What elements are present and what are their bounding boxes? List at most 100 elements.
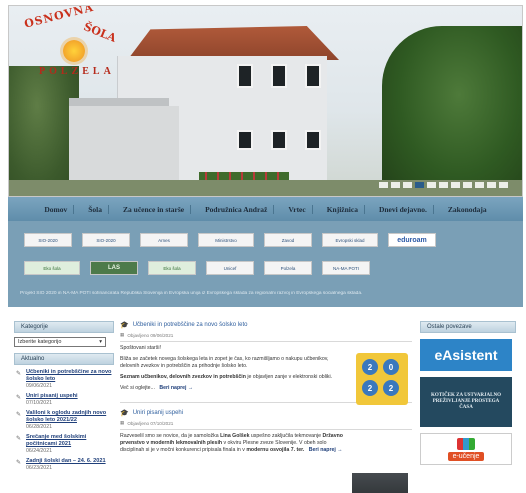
slider-pagination (379, 182, 508, 188)
partner-logo[interactable]: Polzela (264, 261, 312, 275)
partner-logo-eduroam[interactable]: eduroam (388, 233, 436, 247)
post-title-link[interactable]: Učbeniki in potrebščine za novo šolsko l… (133, 322, 248, 328)
header-banner: OSNOVNA ŠOLA POLZELA (8, 5, 523, 197)
kotiček-link[interactable]: KOTIČEK ZA USTVARJALNO PREŽIVLJANJE PROS… (420, 377, 512, 427)
nav-item-podruznica[interactable]: Podružnica Andraž (199, 204, 275, 214)
post-bold-text: Lina Golšek (220, 433, 250, 439)
category-select-value: Izberite kategorijo (18, 339, 62, 345)
slider-dot[interactable] (451, 182, 460, 188)
post-title-link[interactable]: Uniri pisanij uspehi (133, 410, 183, 416)
post-paragraph: Spoštovani starši! (120, 345, 161, 351)
list-item: ✎ Učbeniki in potrebščine za novo šolsko… (14, 369, 114, 389)
slider-dot[interactable] (415, 182, 424, 188)
slider-dot[interactable] (463, 182, 472, 188)
partner-logo[interactable]: Eko šola (24, 261, 80, 275)
news-date: 06/28/2021 (26, 424, 52, 430)
nav-item-knjiznica[interactable]: Knjižnica (321, 204, 365, 214)
post-paragraph: Razveselil smo se novice, da je samoložk… (120, 433, 344, 454)
funding-note: Projekt SIO 2020 in NA-MA POTI sofinanci… (20, 291, 363, 296)
divider (120, 341, 412, 342)
post-bold-text: Seznam učbenikov, delovnih zvezkov in po… (120, 374, 246, 380)
partner-logo[interactable]: Arnes (140, 233, 188, 247)
post-text: Več si oglejte... (120, 385, 155, 391)
logo-word-sola: ŠOLA (81, 20, 119, 45)
list-item: ✎ Uniri pisanij uspehi 07/10/2021 (14, 393, 114, 406)
category-select[interactable]: Izberite kategorijo ▾ (14, 337, 106, 347)
partner-logo[interactable]: Eko šola (148, 261, 196, 275)
post-body: Razveselil smo se novice, da je samoložk… (120, 433, 344, 454)
books-icon (457, 437, 475, 450)
partner-logo[interactable]: Unicef (206, 261, 254, 275)
news-date: 07/10/2021 (26, 400, 52, 406)
pin-icon: ✎ (16, 412, 22, 418)
graduation-cap-icon: 🎓 (120, 410, 129, 417)
banner-window (305, 64, 321, 88)
year-digit: 2 (383, 380, 399, 396)
banner-window (271, 64, 287, 88)
partner-logo[interactable]: Zavod (264, 233, 312, 247)
right-sidebar: Ostale povezave eAsistent KOTIČEK ZA UST… (420, 321, 516, 465)
nav-item-vrtec[interactable]: Vrtec (282, 204, 313, 214)
partner-logo-las[interactable]: LAS (90, 261, 138, 275)
banner-trees-right (382, 26, 522, 196)
post-title: 🎓 Uniri pisanij uspehi (120, 409, 412, 417)
post-text: uspešno zaključila tekmovanje (250, 433, 321, 439)
post-paragraph: Več si oglejte... Beri naprej → (120, 385, 344, 392)
nav-item-ucenci-starsi[interactable]: Za učence in starše (117, 204, 192, 214)
nav-item-dnevi-dejavnosti[interactable]: Dnevi dejavno. (373, 204, 434, 214)
post-paragraph: Bliža se začetek novega šolskega leta in… (120, 356, 329, 369)
divider (120, 429, 412, 430)
post-text: Razveselil smo se novice, da je samoložk… (120, 433, 219, 439)
post-date: Objavljeno 07/10/2021 (127, 420, 174, 426)
partner-logo[interactable]: Ministrstvo (198, 233, 254, 247)
banner-window (237, 64, 253, 88)
nav-item-domov[interactable]: Domov (38, 204, 75, 214)
sun-icon (63, 40, 85, 62)
news-link[interactable]: Učbeniki in potrebščine za novo šolsko l… (26, 369, 114, 383)
banner-window (271, 130, 287, 150)
partner-logo[interactable]: SIO-2020 (24, 233, 72, 247)
slider-dot[interactable] (475, 182, 484, 188)
pin-icon: ✎ (16, 460, 22, 466)
partner-logo[interactable]: SIO-2020 (82, 233, 130, 247)
nav-item-zakonodaja[interactable]: Zakonodaja (442, 205, 493, 214)
post-meta: ▦ Objavljeno 09/06/2021 (120, 332, 412, 338)
post-bold-text: modernu osvojila 7. ter. (246, 447, 305, 453)
news-link[interactable]: Zadnji šolski dan – 24. 6. 2021 (26, 458, 114, 465)
slider-dot[interactable] (391, 182, 400, 188)
slider-dot[interactable] (487, 182, 496, 188)
slider-dot[interactable] (379, 182, 388, 188)
partner-logo-namapoti[interactable]: NA-MA POTI (322, 261, 370, 275)
slider-dot[interactable] (499, 182, 508, 188)
post-meta: ▦ Objavljeno 07/10/2021 (120, 420, 412, 426)
other-links-heading: Ostale povezave (420, 321, 516, 333)
news-date: 06/23/2021 (26, 465, 52, 471)
school-logo[interactable]: OSNOVNA ŠOLA POLZELA (23, 6, 119, 84)
news-link[interactable]: Srečanje med šolskimi počitnicami 2021 (26, 434, 114, 448)
slider-dot[interactable] (439, 182, 448, 188)
read-more-link[interactable]: Beri naprej → (309, 447, 343, 453)
easistent-link[interactable]: eAsistent (420, 339, 512, 371)
calendar-icon: ▦ (120, 332, 125, 337)
post-paragraph: Seznam učbenikov, delovnih zvezkov in po… (120, 374, 344, 381)
pin-icon: ✎ (16, 436, 22, 442)
main-column: 🎓 Učbeniki in potrebščine za novo šolsko… (120, 321, 412, 493)
eucenje-link[interactable]: e-učenje (420, 433, 512, 465)
slider-dot[interactable] (427, 182, 436, 188)
news-link[interactable]: Valiloni k oglodu zadnjih novo šolsko le… (26, 410, 114, 424)
post-thumbnail[interactable] (352, 473, 408, 493)
graduation-cap-icon: 🎓 (120, 322, 129, 329)
news-link[interactable]: Uniri pisanij uspehi (26, 393, 114, 400)
read-more-link[interactable]: Beri naprej → (159, 385, 193, 391)
ad-line: ČASA (459, 405, 473, 410)
list-item: ✎ Valiloni k oglodu zadnjih novo šolsko … (14, 410, 114, 430)
logo-word-polzela: POLZELA (39, 66, 115, 77)
post-body: Spoštovani starši! Bliža se začetek nove… (120, 345, 344, 392)
chevron-down-icon: ▾ (99, 339, 102, 345)
year-badge-image[interactable]: 2 0 2 2 (356, 353, 408, 405)
pin-icon: ✎ (16, 371, 22, 377)
nav-item-sola[interactable]: Šola (82, 204, 110, 214)
post-title: 🎓 Učbeniki in potrebščine za novo šolsko… (120, 321, 412, 329)
partner-logo[interactable]: Evropski sklad (322, 233, 378, 247)
slider-dot[interactable] (403, 182, 412, 188)
